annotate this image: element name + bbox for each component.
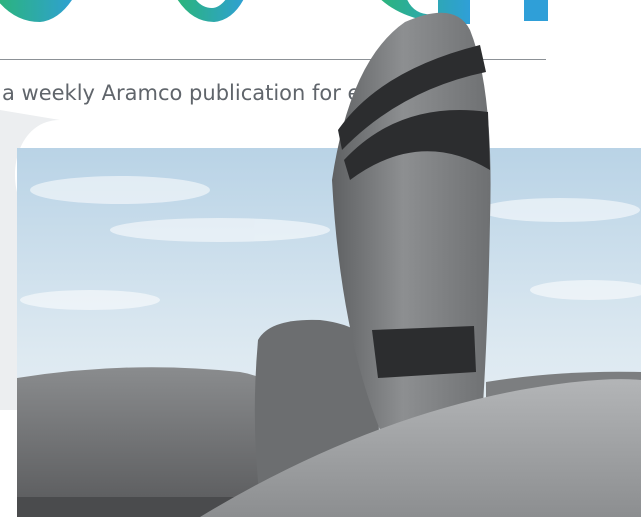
hero-photo: [17, 12, 641, 517]
